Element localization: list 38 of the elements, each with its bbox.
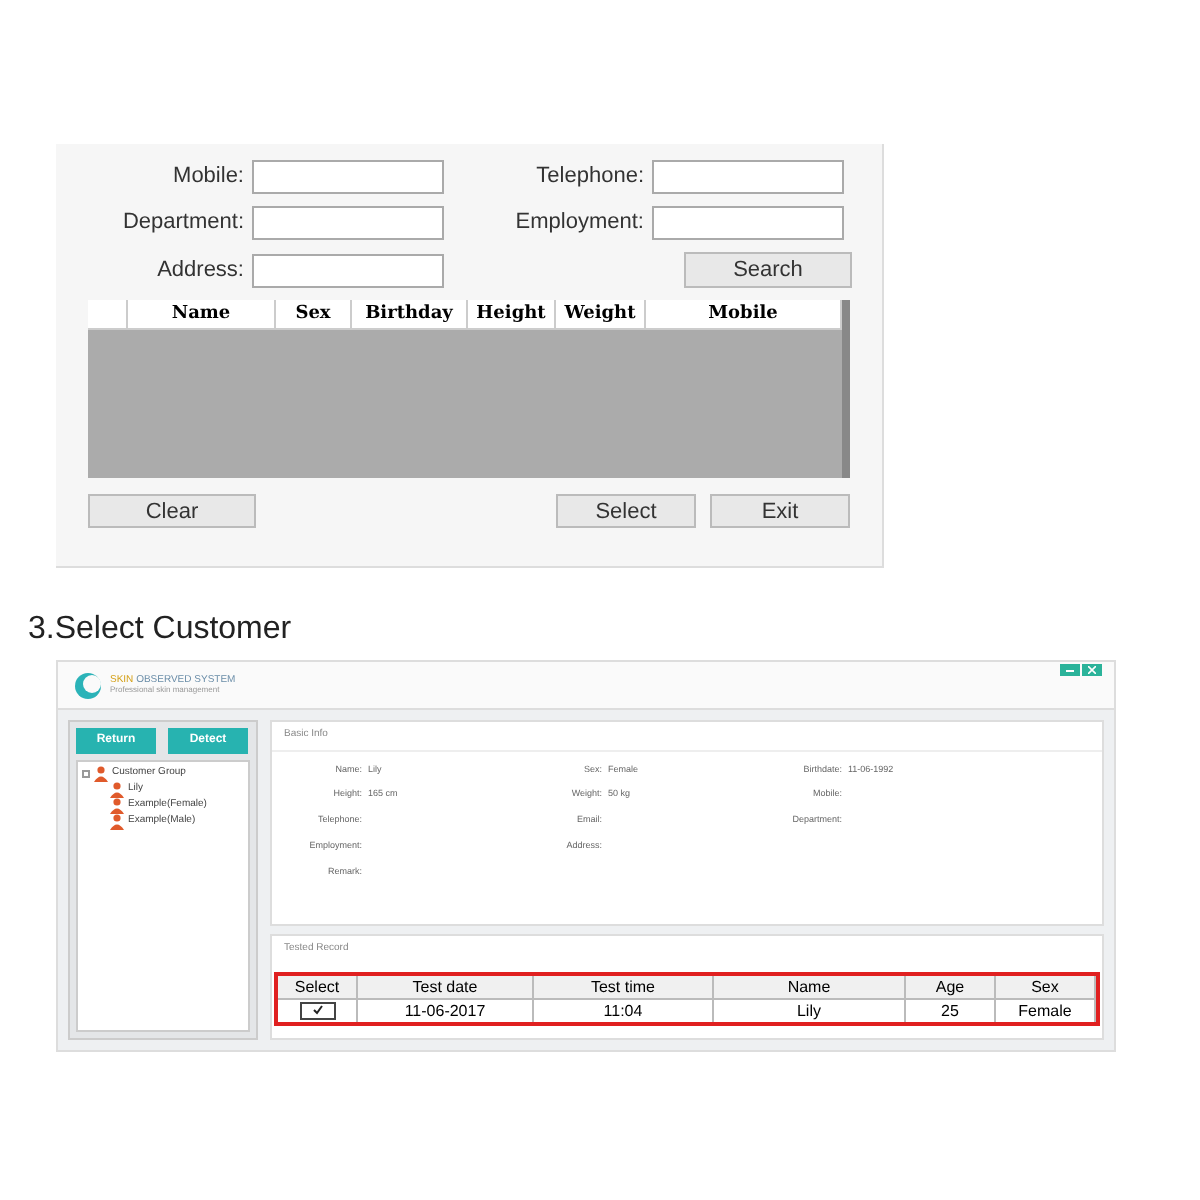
column-header: Sex	[996, 975, 1096, 997]
input-field[interactable]	[652, 206, 844, 240]
column-header: Weight	[556, 300, 646, 328]
input-field[interactable]	[252, 160, 444, 194]
table-cell: 11:04	[534, 999, 714, 1021]
check-icon	[311, 1004, 323, 1016]
dialog-button[interactable]: Select	[556, 494, 696, 528]
column-header: Test date	[358, 975, 534, 997]
field-label: Employment:	[513, 208, 644, 239]
dialog-button[interactable]: Exit	[710, 494, 850, 528]
column-header: Age	[906, 975, 996, 997]
close-button[interactable]	[1082, 664, 1102, 676]
field-label: Department:	[120, 208, 244, 239]
table-cell: Lily	[714, 999, 906, 1021]
dialog-button[interactable]: Clear	[88, 494, 256, 528]
column-header: Birthday	[352, 300, 468, 328]
minimize-button[interactable]	[1060, 664, 1080, 676]
table-cell: Female	[996, 999, 1096, 1021]
table-cell: 25	[906, 999, 996, 1021]
search-button[interactable]: Search	[684, 252, 852, 288]
column-header: Mobile	[646, 300, 842, 328]
column-header: Sex	[276, 300, 352, 328]
input-field[interactable]	[652, 160, 844, 194]
column-header: Select	[278, 975, 358, 997]
column-header: Name	[128, 300, 276, 328]
column-header: Name	[714, 975, 906, 997]
input-field[interactable]	[252, 253, 444, 287]
section-heading: 3.Select Customer	[28, 610, 292, 650]
field-label: Telephone:	[534, 162, 644, 193]
column-header: Height	[468, 300, 556, 328]
tree-toggle-icon[interactable]	[82, 770, 90, 778]
logo-icon	[74, 671, 102, 699]
field-label: Mobile:	[171, 162, 244, 193]
input-field[interactable]	[252, 206, 444, 240]
column-header: Test time	[534, 975, 714, 997]
field-label: Address:	[155, 255, 244, 286]
table-cell: 11-06-2017	[358, 999, 534, 1021]
row-checkbox[interactable]	[299, 1001, 335, 1019]
